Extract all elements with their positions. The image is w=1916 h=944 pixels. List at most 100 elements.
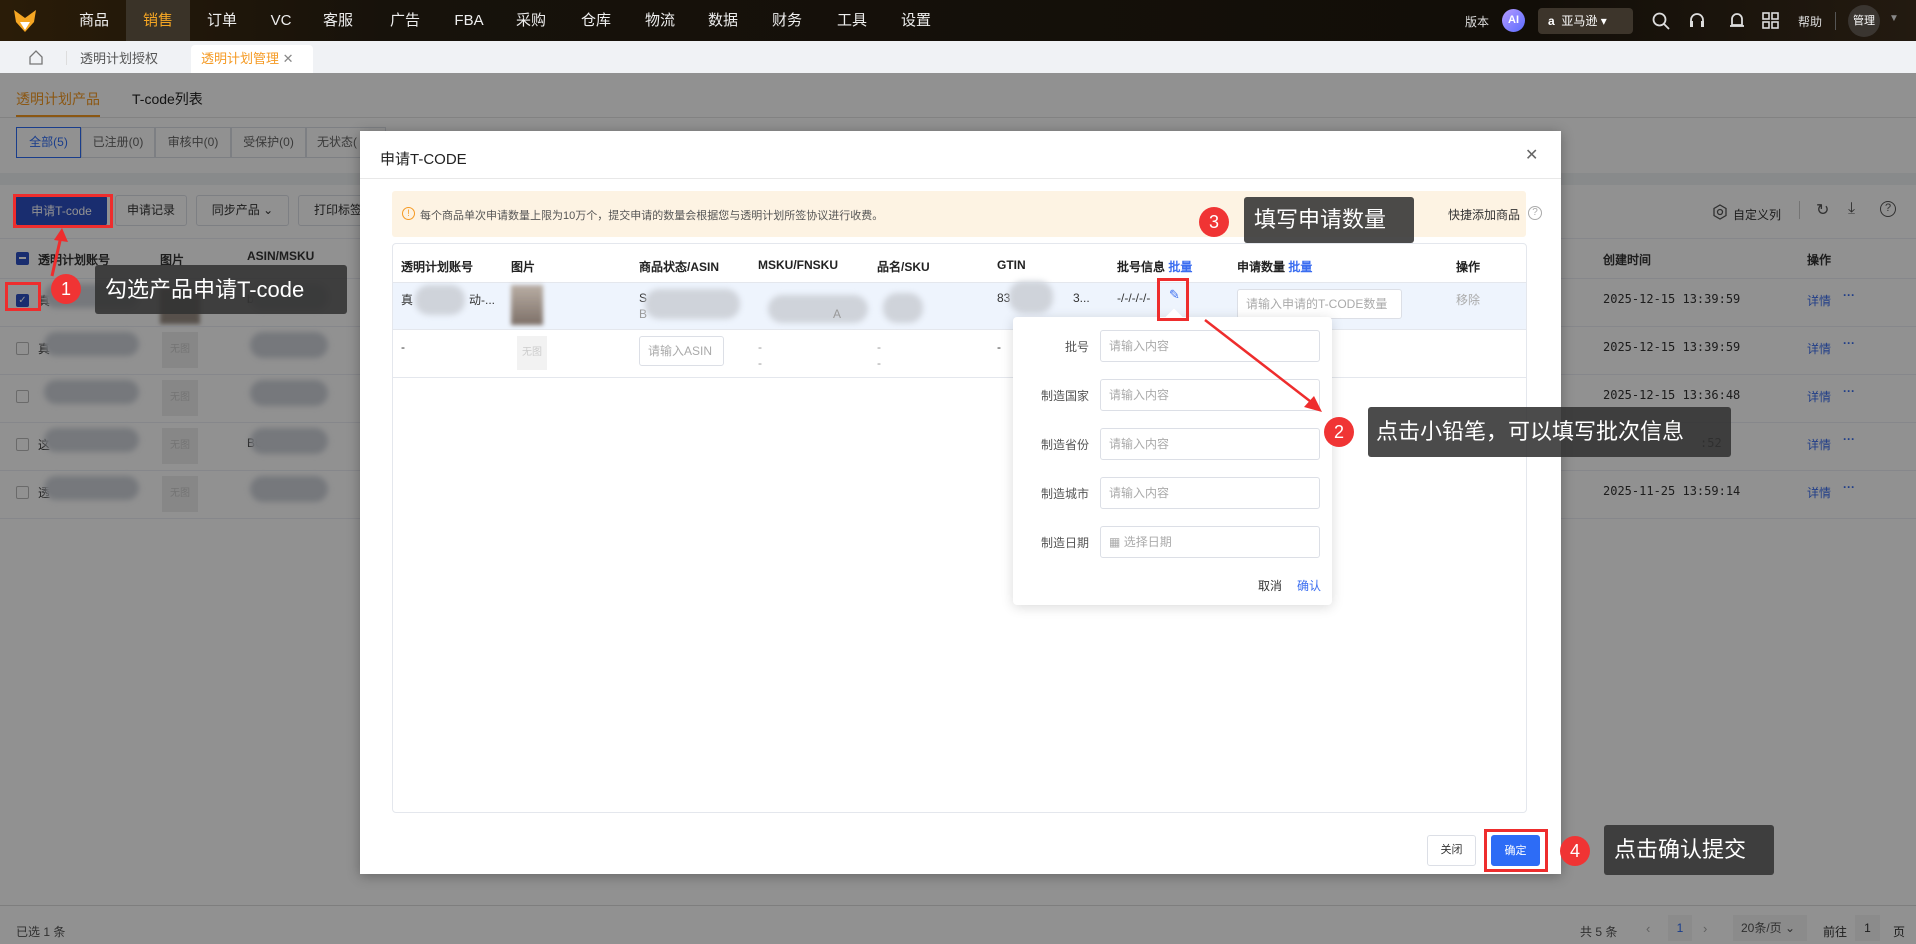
field-label: 制造省份 [1040, 438, 1089, 452]
tab-management[interactable]: 透明计划管理 ✕ [191, 45, 313, 73]
batch-qty-link[interactable]: 批量 [1288, 260, 1312, 274]
nav-item[interactable]: 商品 [74, 0, 114, 41]
nav-item[interactable]: 工具 [832, 0, 872, 41]
product-image [511, 285, 543, 325]
dash: - [758, 340, 762, 354]
dash: - [877, 356, 881, 370]
close-icon[interactable]: ✕ [1525, 145, 1538, 165]
page-tabs: 透明计划授权 透明计划管理 ✕ [0, 41, 1916, 73]
batch-info-popover: 批号 请输入内容 制造国家 请输入内容 制造省份 请输入内容 制造城市 请输入内容 制造… [1013, 308, 1332, 605]
placeholder: 请输入内容 [1109, 486, 1170, 500]
text-input[interactable]: 请输入内容 [1100, 428, 1320, 460]
apps-grid-icon[interactable] [1762, 12, 1779, 29]
redacted [415, 285, 465, 315]
nav-item[interactable]: 客服 [318, 0, 358, 41]
col-asin: 商品状态/ASIN [639, 260, 720, 274]
dash: - [877, 340, 881, 354]
dialog-title: 申请T-CODE [380, 151, 467, 168]
placeholder: 请输入内容 [1109, 388, 1170, 402]
field-label: 制造城市 [1040, 487, 1089, 501]
bell-icon[interactable] [1728, 11, 1746, 31]
highlight-confirm [1484, 829, 1548, 872]
date-picker[interactable]: ▦ 选择日期 [1100, 526, 1320, 558]
caret-down-icon[interactable]: ▼ [1889, 13, 1899, 24]
step-badge-3: 3 [1199, 207, 1229, 237]
nav-item[interactable]: 仓库 [576, 0, 616, 41]
label: 申请数量 [1237, 260, 1286, 274]
logo-icon [14, 10, 36, 32]
step-badge-2: 2 [1324, 417, 1354, 447]
ai-button[interactable]: AI [1502, 9, 1525, 32]
highlight-pencil [1157, 278, 1189, 321]
home-icon[interactable] [29, 50, 43, 65]
confirm-batch-button[interactable]: 确认 [1297, 577, 1321, 594]
col-account: 透明计划账号 [401, 260, 474, 274]
placeholder: 选择日期 [1123, 535, 1172, 549]
step-badge-1: 1 [51, 274, 81, 304]
close-icon[interactable]: ✕ [283, 51, 294, 66]
redacted [645, 289, 740, 319]
nav-item[interactable]: 订单 [202, 0, 242, 41]
nav-item[interactable]: 物流 [640, 0, 680, 41]
caret-down-icon: ▾ [1600, 14, 1607, 28]
nav-item[interactable]: 设置 [896, 0, 936, 41]
col-batch: 批号信息 批量 [1117, 258, 1192, 275]
label: 批号信息 [1117, 260, 1166, 274]
help-link[interactable]: 帮助 [1798, 13, 1822, 30]
account: - [401, 340, 405, 354]
batch-edit-link[interactable]: 批量 [1168, 260, 1192, 274]
fnsku: A [833, 307, 842, 321]
nav-item-active[interactable]: 销售 [126, 0, 190, 41]
highlight-apply-button [13, 194, 113, 228]
version-link[interactable]: 版本 [1465, 13, 1489, 30]
nav-item[interactable]: VC [261, 0, 301, 41]
cancel-button[interactable]: 取消 [1258, 577, 1282, 594]
divider [360, 178, 1561, 179]
tab-label: 透明计划管理 [201, 51, 280, 66]
notice-text: 每个商品单次申请数量上限为10万个，提交申请的数量会根据您与透明计划所签协议进行… [420, 210, 884, 222]
tab-authorization[interactable]: 透明计划授权 [70, 45, 168, 73]
field-label: 批号 [1064, 340, 1089, 354]
quick-add-link[interactable]: 快捷添加商品 [1448, 206, 1520, 223]
step-tooltip-3: 填写申请数量 [1244, 197, 1414, 243]
close-button[interactable]: 关闭 [1427, 835, 1476, 866]
text-input[interactable]: 请输入内容 [1100, 477, 1320, 509]
col-actions: 操作 [1456, 260, 1481, 274]
nav-item[interactable]: FBA [449, 0, 489, 41]
nav-item[interactable]: 采购 [511, 0, 551, 41]
asin-input[interactable]: 请输入ASIN [639, 336, 724, 366]
top-nav-bar: 商品 销售 订单 VC 客服 广告 FBA 采购 仓库 物流 数据 财务 工具 … [0, 0, 1916, 41]
step-tooltip-1: 勾选产品申请T-code [95, 265, 347, 314]
nav-item[interactable]: 广告 [385, 0, 425, 41]
step-tooltip-4: 点击确认提交 [1604, 825, 1774, 875]
account-end: 动-... [469, 293, 495, 307]
col-image: 图片 [511, 260, 536, 274]
remove-button[interactable]: 移除 [1456, 291, 1480, 308]
divider [66, 51, 67, 65]
field-label: 制造国家 [1040, 389, 1089, 403]
product-table: 透明计划账号 图片 商品状态/ASIN MSKU/FNSKU 品名/SKU GT… [392, 243, 1527, 813]
gtin-end: 3... [1073, 291, 1090, 305]
redacted [768, 295, 868, 323]
text-input[interactable]: 请输入内容 [1100, 330, 1320, 362]
step-tooltip-2: 点击小铅笔，可以填写批次信息 [1368, 407, 1731, 457]
placeholder: 请输入内容 [1109, 339, 1170, 353]
qty-input[interactable]: 请输入申请的T-CODE数量 [1237, 289, 1402, 319]
help-icon[interactable]: ? [1528, 206, 1542, 220]
nav-item[interactable]: 数据 [703, 0, 743, 41]
col-qty: 申请数量 批量 [1237, 258, 1312, 275]
avatar[interactable]: 管理 [1848, 5, 1880, 37]
nav-item[interactable]: 财务 [767, 0, 807, 41]
redacted [883, 293, 923, 323]
search-icon[interactable] [1652, 12, 1670, 30]
store-selector[interactable]: a 亚马逊 ▾ [1538, 8, 1633, 34]
amazon-icon: a [1548, 14, 1555, 28]
headset-icon[interactable] [1688, 11, 1706, 31]
table-row: - 无图 请输入ASIN - - - - - [393, 330, 1526, 378]
col-sku: 品名/SKU [877, 260, 930, 274]
redacted [1009, 281, 1053, 313]
dash: - [997, 340, 1001, 354]
field-label: 制造日期 [1040, 536, 1089, 550]
text-input[interactable]: 请输入内容 [1100, 379, 1320, 411]
highlight-checkbox [5, 282, 41, 311]
